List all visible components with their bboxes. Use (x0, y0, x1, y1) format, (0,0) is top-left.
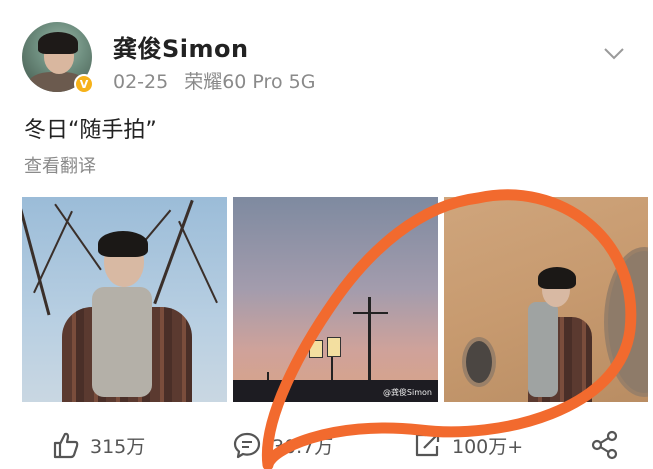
translate-link[interactable]: 查看翻译 (24, 152, 96, 178)
repost-button[interactable]: 100万+ (412, 425, 523, 465)
photo-wall-side[interactable] (444, 197, 648, 402)
like-count: 315万 (90, 435, 146, 458)
post-device: 荣耀60 Pro 5G (184, 71, 316, 93)
image-grid: @龚俊Simon (22, 197, 648, 402)
photo-sunset-lights[interactable]: @龚俊Simon (233, 197, 438, 402)
action-bar: 315万 30.7万 100万+ (0, 425, 653, 465)
share-button[interactable] (590, 425, 630, 465)
photo-tree-portrait[interactable] (22, 197, 227, 402)
thumbs-up-icon (53, 432, 79, 459)
post-text: 冬日“随手拍” (24, 118, 157, 143)
repost-count: 100万+ (452, 435, 524, 458)
post-date: 02-25 (113, 71, 169, 93)
weibo-post: V 龚俊Simon 02-25 荣耀60 Pro 5G 冬日“随手拍” 查看翻译 (0, 0, 653, 469)
like-button[interactable]: 315万 (50, 425, 145, 465)
verified-badge-icon: V (74, 74, 94, 94)
comment-icon (233, 432, 261, 459)
share-icon (591, 430, 618, 460)
comment-count: 30.7万 (272, 435, 334, 458)
photo-watermark: @龚俊Simon (382, 388, 432, 397)
post-meta: 02-25 荣耀60 Pro 5G (113, 67, 315, 94)
comment-button[interactable]: 30.7万 (232, 425, 333, 465)
chevron-down-icon[interactable] (603, 47, 625, 61)
repost-icon (415, 432, 440, 457)
avatar[interactable]: V (22, 22, 94, 94)
username[interactable]: 龚俊Simon (113, 29, 249, 64)
